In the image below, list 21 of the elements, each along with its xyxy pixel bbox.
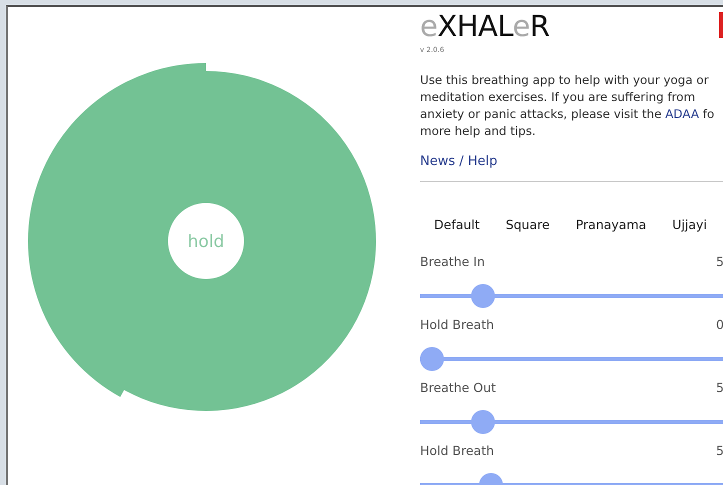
adaa-link[interactable]: ADAA — [665, 107, 699, 121]
preset-tab[interactable]: Square — [506, 217, 550, 232]
slider-value: 5 — [716, 254, 723, 269]
preset-tab[interactable]: Ujjayi — [672, 217, 707, 232]
slider-value: 5 — [716, 380, 723, 395]
slider-thumb[interactable] — [471, 284, 495, 308]
preset-tab[interactable]: Default — [434, 217, 480, 232]
slider-thumb[interactable] — [420, 347, 444, 371]
slider-value: 5 — [716, 443, 723, 458]
slider-label: Breathe Out — [420, 380, 496, 395]
slider-value: 0 — [716, 317, 723, 332]
app-title: eXHALeR — [420, 10, 550, 42]
logo-edge — [719, 12, 723, 38]
slider-label: Hold Breath — [420, 443, 494, 458]
intro-paragraph: Use this breathing app to help with your yoga or meditation exercises. If you are suffering from anxiety or panic attacks, please visit the ADAA fo more help and tips. — [420, 72, 714, 140]
slider-label: Breathe In — [420, 254, 485, 269]
slider-label: Hold Breath — [420, 317, 494, 332]
phase-label: hold — [188, 232, 224, 252]
news-help-link[interactable]: News / Help — [420, 154, 498, 169]
preset-tab[interactable]: Pranayama — [576, 217, 646, 232]
slider-thumb[interactable] — [471, 410, 495, 434]
